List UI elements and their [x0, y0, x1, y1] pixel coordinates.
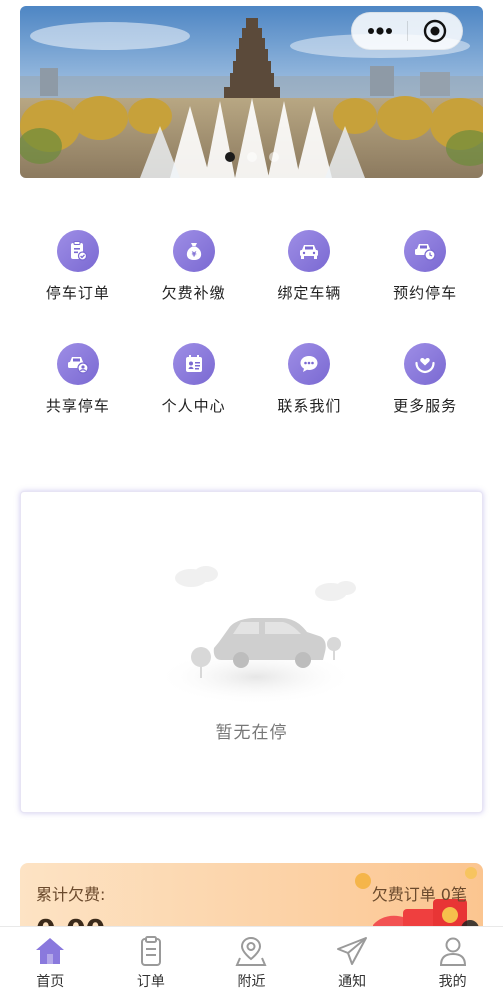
menu-label: 欠费补缴	[161, 284, 226, 302]
money-bag-icon: ¥	[172, 230, 215, 272]
menu-item-parking-orders[interactable]: 停车订单	[20, 230, 136, 343]
menu-label: 绑定车辆	[277, 284, 342, 302]
tab-label: 订单	[136, 974, 165, 990]
car-share-icon	[56, 343, 99, 385]
bottom-tab-bar: 首页 订单 附近 通知 我的	[0, 926, 503, 1000]
mini-program-capsule	[351, 12, 463, 50]
carousel-dot[interactable]	[268, 152, 279, 162]
user-icon	[439, 937, 466, 966]
car-icon	[288, 230, 331, 272]
carousel-indicator	[20, 152, 483, 162]
more-dots-icon[interactable]	[352, 13, 407, 49]
svg-text:¥: ¥	[191, 251, 196, 259]
chat-bubble-icon	[288, 343, 331, 385]
menu-item-bind-vehicle[interactable]: 绑定车辆	[252, 230, 368, 343]
tab-orders[interactable]: 订单	[101, 927, 202, 1000]
tab-notifications[interactable]: 通知	[302, 927, 403, 1000]
empty-state-text: 暂无在停	[215, 723, 288, 743]
menu-item-reserve-parking[interactable]: 预约停车	[367, 230, 483, 343]
home-icon	[36, 938, 65, 964]
id-card-icon	[172, 343, 215, 385]
carousel-dot[interactable]	[224, 152, 235, 162]
paper-plane-icon	[337, 937, 368, 965]
clipboard-icon	[140, 936, 161, 966]
order-list-icon	[56, 230, 99, 272]
tab-profile[interactable]: 我的	[402, 927, 503, 1000]
map-pin-icon	[235, 936, 268, 966]
tab-nearby[interactable]: 附近	[201, 927, 302, 1000]
tab-label: 附近	[237, 974, 266, 990]
carousel-dot[interactable]	[246, 152, 257, 162]
empty-parking-illustration	[156, 566, 356, 705]
tab-label: 通知	[338, 974, 367, 990]
menu-label: 共享停车	[45, 397, 110, 415]
menu-row: 共享停车 个人中心 联系我们 更多服务	[20, 343, 483, 456]
service-menu: 停车订单 ¥ 欠费补缴 绑定车辆 预约停车 共享停车 个人中心 联系我们 更多服…	[20, 230, 483, 456]
menu-label: 停车订单	[45, 284, 110, 302]
current-parking-card: 暂无在停	[20, 491, 483, 813]
banner-carousel[interactable]	[20, 6, 483, 178]
arrears-label: 累计欠费:	[36, 885, 106, 904]
tab-home[interactable]: 首页	[0, 927, 101, 1000]
menu-row: 停车订单 ¥ 欠费补缴 绑定车辆 预约停车	[20, 230, 483, 343]
arrears-order-count: 欠费订单 0笔	[371, 885, 467, 904]
car-clock-icon	[404, 230, 447, 272]
menu-item-shared-parking[interactable]: 共享停车	[20, 343, 136, 456]
tab-label: 首页	[36, 974, 65, 990]
tab-label: 我的	[438, 974, 467, 990]
menu-item-personal-center[interactable]: 个人中心	[136, 343, 252, 456]
menu-label: 更多服务	[393, 397, 458, 415]
target-circle-icon[interactable]	[408, 13, 462, 49]
menu-item-more-services[interactable]: 更多服务	[367, 343, 483, 456]
menu-label: 预约停车	[393, 284, 458, 302]
menu-label: 联系我们	[277, 397, 342, 415]
heart-hands-icon	[404, 343, 447, 385]
menu-item-contact-us[interactable]: 联系我们	[252, 343, 368, 456]
menu-item-arrears-payment[interactable]: ¥ 欠费补缴	[136, 230, 252, 343]
menu-label: 个人中心	[161, 397, 226, 415]
